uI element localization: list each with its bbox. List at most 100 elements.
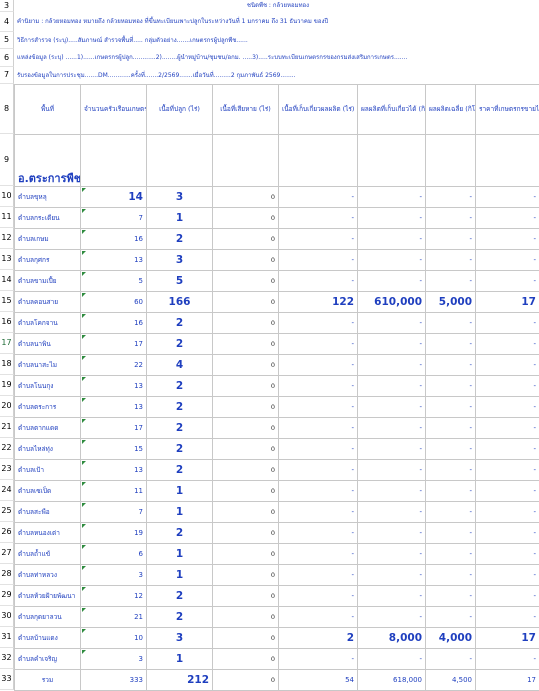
- row-header-8[interactable]: 8: [0, 84, 14, 134]
- empty-cell[interactable]: [358, 135, 426, 187]
- harvested-area-cell[interactable]: -: [279, 271, 358, 292]
- price-cell[interactable]: -: [476, 334, 539, 355]
- error-indicator-icon[interactable]: [82, 188, 86, 192]
- subdistrict-name[interactable]: ตำบลนาพิน: [15, 334, 81, 355]
- subdistrict-name[interactable]: ตำบลกระเดียน: [15, 208, 81, 229]
- row-header-3[interactable]: 3: [0, 0, 14, 12]
- harvested-area-cell[interactable]: -: [279, 439, 358, 460]
- row-header-28[interactable]: 28: [0, 564, 14, 585]
- damaged-area-cell[interactable]: 0: [213, 628, 279, 649]
- subdistrict-name[interactable]: ตำบลโนนกุง: [15, 376, 81, 397]
- yield-cell[interactable]: -: [358, 586, 426, 607]
- avg-yield-cell[interactable]: -: [426, 271, 476, 292]
- harvested-area-cell[interactable]: -: [279, 208, 358, 229]
- price-cell[interactable]: -: [476, 481, 539, 502]
- column-header[interactable]: จำนวนครัวเรือนเกษตรกร: [81, 85, 147, 135]
- households-cell[interactable]: 12: [81, 586, 147, 607]
- yield-cell[interactable]: -: [358, 397, 426, 418]
- avg-yield-cell[interactable]: -: [426, 544, 476, 565]
- damaged-area-cell[interactable]: 0: [213, 439, 279, 460]
- error-indicator-icon[interactable]: [82, 377, 86, 381]
- harvested-area-cell[interactable]: -: [279, 334, 358, 355]
- damaged-area-cell[interactable]: 0: [213, 376, 279, 397]
- avg-yield-cell[interactable]: -: [426, 355, 476, 376]
- damaged-area-cell[interactable]: 0: [213, 187, 279, 208]
- avg-yield-cell[interactable]: 5,000: [426, 292, 476, 313]
- households-cell[interactable]: 21: [81, 607, 147, 628]
- damaged-area-cell[interactable]: 0: [213, 229, 279, 250]
- price-cell[interactable]: -: [476, 376, 539, 397]
- district-name[interactable]: อ.ตระการพืชผล: [15, 135, 81, 187]
- yield-cell[interactable]: -: [358, 376, 426, 397]
- yield-cell[interactable]: 610,000: [358, 292, 426, 313]
- planted-area-cell[interactable]: 2: [147, 313, 213, 334]
- damaged-area-cell[interactable]: 0: [213, 334, 279, 355]
- planted-area-cell[interactable]: 3: [147, 628, 213, 649]
- households-cell[interactable]: 7: [81, 502, 147, 523]
- subdistrict-name[interactable]: ตำบลขุหลุ: [15, 187, 81, 208]
- row-header-9[interactable]: 9: [0, 134, 14, 186]
- harvested-area-cell[interactable]: -: [279, 523, 358, 544]
- empty-cell[interactable]: [147, 135, 213, 187]
- subdistrict-name[interactable]: ตำบลห้วยฝ้ายพัฒนา: [15, 586, 81, 607]
- row-header-14[interactable]: 14: [0, 270, 14, 291]
- planted-area-cell[interactable]: 2: [147, 586, 213, 607]
- empty-cell[interactable]: [426, 135, 476, 187]
- harvested-area-cell[interactable]: -: [279, 418, 358, 439]
- row-header-32[interactable]: 32: [0, 648, 14, 669]
- damaged-area-cell[interactable]: 0: [213, 670, 279, 691]
- error-indicator-icon[interactable]: [82, 629, 86, 633]
- harvested-area-cell[interactable]: -: [279, 187, 358, 208]
- error-indicator-icon[interactable]: [82, 461, 86, 465]
- planted-area-cell[interactable]: 3: [147, 250, 213, 271]
- price-cell[interactable]: -: [476, 523, 539, 544]
- subdistrict-name[interactable]: ตำบลคำเจริญ: [15, 649, 81, 670]
- yield-cell[interactable]: -: [358, 271, 426, 292]
- price-cell[interactable]: -: [476, 586, 539, 607]
- row-header-4[interactable]: 4: [0, 12, 14, 32]
- yield-cell[interactable]: 618,000: [358, 670, 426, 691]
- yield-cell[interactable]: -: [358, 439, 426, 460]
- households-cell[interactable]: 16: [81, 229, 147, 250]
- price-cell[interactable]: -: [476, 208, 539, 229]
- error-indicator-icon[interactable]: [82, 545, 86, 549]
- harvested-area-cell[interactable]: -: [279, 502, 358, 523]
- subdistrict-name[interactable]: ตำบลไหล่ทุ่ง: [15, 439, 81, 460]
- planted-area-cell[interactable]: 2: [147, 397, 213, 418]
- households-cell[interactable]: 7: [81, 208, 147, 229]
- harvested-area-cell[interactable]: 2: [279, 628, 358, 649]
- planted-area-cell[interactable]: 1: [147, 481, 213, 502]
- avg-yield-cell[interactable]: -: [426, 439, 476, 460]
- price-cell[interactable]: -: [476, 565, 539, 586]
- avg-yield-cell[interactable]: -: [426, 229, 476, 250]
- error-indicator-icon[interactable]: [82, 524, 86, 528]
- empty-cell[interactable]: [213, 135, 279, 187]
- column-header[interactable]: พื้นที่: [15, 85, 81, 135]
- empty-cell[interactable]: [279, 135, 358, 187]
- households-cell[interactable]: 11: [81, 481, 147, 502]
- yield-cell[interactable]: -: [358, 229, 426, 250]
- row-header-31[interactable]: 31: [0, 627, 14, 648]
- row-header-16[interactable]: 16: [0, 312, 14, 333]
- damaged-area-cell[interactable]: 0: [213, 649, 279, 670]
- planted-area-cell[interactable]: 4: [147, 355, 213, 376]
- subdistrict-name[interactable]: ตำบลบ้านแดง: [15, 628, 81, 649]
- planted-area-cell[interactable]: 5: [147, 271, 213, 292]
- planted-area-cell[interactable]: 2: [147, 439, 213, 460]
- yield-cell[interactable]: -: [358, 355, 426, 376]
- error-indicator-icon[interactable]: [82, 356, 86, 360]
- households-cell[interactable]: 13: [81, 460, 147, 481]
- column-header[interactable]: เนื้อที่เก็บเกี่ยวผลผลิต (ไร่): [279, 85, 358, 135]
- subdistrict-name[interactable]: ตำบลถ้ำแข้: [15, 544, 81, 565]
- households-cell[interactable]: 14: [81, 187, 147, 208]
- price-cell[interactable]: -: [476, 313, 539, 334]
- yield-cell[interactable]: -: [358, 208, 426, 229]
- row-header-10[interactable]: 10: [0, 186, 14, 207]
- yield-cell[interactable]: -: [358, 565, 426, 586]
- empty-cell[interactable]: [81, 135, 147, 187]
- planted-area-cell[interactable]: 1: [147, 544, 213, 565]
- subdistrict-name[interactable]: ตำบลสะพือ: [15, 502, 81, 523]
- avg-yield-cell[interactable]: -: [426, 334, 476, 355]
- error-indicator-icon[interactable]: [82, 293, 86, 297]
- households-cell[interactable]: 60: [81, 292, 147, 313]
